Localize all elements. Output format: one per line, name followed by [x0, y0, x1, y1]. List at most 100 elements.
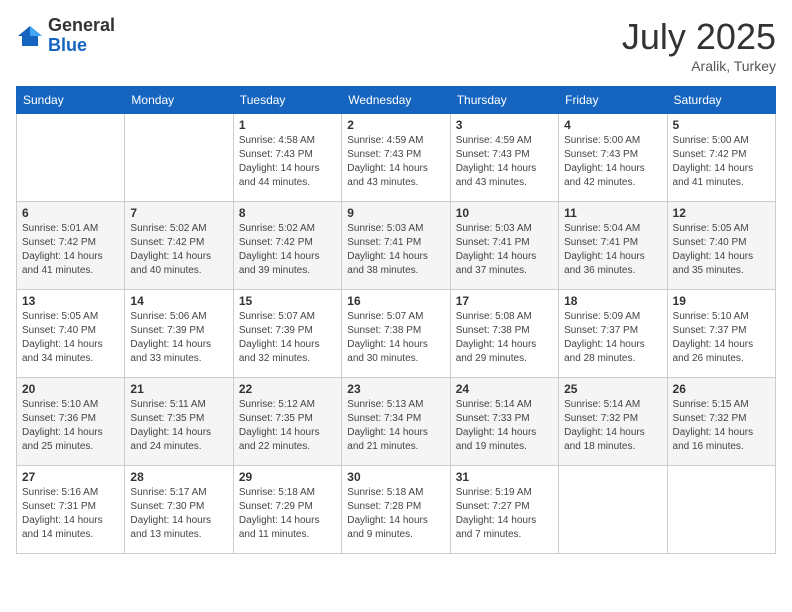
calendar-cell: 31Sunrise: 5:19 AM Sunset: 7:27 PM Dayli… — [450, 466, 558, 554]
day-number: 10 — [456, 206, 553, 220]
day-detail: Sunrise: 5:11 AM Sunset: 7:35 PM Dayligh… — [130, 398, 227, 454]
day-number: 20 — [22, 382, 119, 396]
day-detail: Sunrise: 4:58 AM Sunset: 7:43 PM Dayligh… — [239, 134, 336, 190]
calendar-week-row: 1 Sunrise: 4:58 AM Sunset: 7:43 PM Daylig… — [17, 114, 776, 202]
day-number: 12 — [673, 206, 770, 220]
day-number: 23 — [347, 382, 444, 396]
location: Aralik, Turkey — [622, 58, 776, 74]
day-number: 19 — [673, 294, 770, 308]
day-detail: Sunrise: 5:05 AM Sunset: 7:40 PM Dayligh… — [673, 222, 770, 278]
calendar-cell: 4 Sunrise: 5:00 AM Sunset: 7:43 PM Daylig… — [559, 114, 667, 202]
day-number: 8 — [239, 206, 336, 220]
day-detail: Sunrise: 5:04 AM Sunset: 7:41 PM Dayligh… — [564, 222, 661, 278]
calendar-week-row: 13 Sunrise: 5:05 AM Sunset: 7:40 PM Dayli… — [17, 290, 776, 378]
calendar: Sunday Monday Tuesday Wednesday Thursday… — [16, 86, 776, 554]
day-detail: Sunrise: 5:18 AM Sunset: 7:28 PM Dayligh… — [347, 486, 444, 542]
calendar-cell: 7Sunrise: 5:02 AM Sunset: 7:42 PM Daylig… — [125, 202, 233, 290]
day-number: 14 — [130, 294, 227, 308]
header-friday: Friday — [559, 87, 667, 114]
day-detail: Sunrise: 5:16 AM Sunset: 7:31 PM Dayligh… — [22, 486, 119, 542]
day-detail: Sunrise: 5:03 AM Sunset: 7:41 PM Dayligh… — [456, 222, 553, 278]
day-number: 28 — [130, 470, 227, 484]
day-number: 30 — [347, 470, 444, 484]
day-detail: Sunrise: 5:14 AM Sunset: 7:33 PM Dayligh… — [456, 398, 553, 454]
calendar-cell: 13 Sunrise: 5:05 AM Sunset: 7:40 PM Dayli… — [17, 290, 125, 378]
calendar-cell: 20 Sunrise: 5:10 AM Sunset: 7:36 PM Dayli… — [17, 378, 125, 466]
calendar-header-row: Sunday Monday Tuesday Wednesday Thursday… — [17, 87, 776, 114]
calendar-cell: 23Sunrise: 5:13 AM Sunset: 7:34 PM Dayli… — [342, 378, 450, 466]
logo-icon — [16, 22, 44, 50]
logo-blue: Blue — [48, 35, 87, 55]
calendar-cell: 19 Sunrise: 5:10 AM Sunset: 7:37 PM Dayli… — [667, 290, 775, 378]
day-detail: Sunrise: 5:07 AM Sunset: 7:38 PM Dayligh… — [347, 310, 444, 366]
day-detail: Sunrise: 5:10 AM Sunset: 7:36 PM Dayligh… — [22, 398, 119, 454]
calendar-cell: 25 Sunrise: 5:14 AM Sunset: 7:32 PM Dayli… — [559, 378, 667, 466]
day-detail: Sunrise: 5:03 AM Sunset: 7:41 PM Dayligh… — [347, 222, 444, 278]
day-number: 9 — [347, 206, 444, 220]
calendar-cell — [667, 466, 775, 554]
header-monday: Monday — [125, 87, 233, 114]
calendar-cell: 27 Sunrise: 5:16 AM Sunset: 7:31 PM Dayli… — [17, 466, 125, 554]
day-number: 17 — [456, 294, 553, 308]
day-number: 11 — [564, 206, 661, 220]
logo: General Blue — [16, 16, 115, 56]
day-detail: Sunrise: 5:07 AM Sunset: 7:39 PM Dayligh… — [239, 310, 336, 366]
header-thursday: Thursday — [450, 87, 558, 114]
logo-text: General Blue — [48, 16, 115, 56]
calendar-cell: 30 Sunrise: 5:18 AM Sunset: 7:28 PM Dayli… — [342, 466, 450, 554]
header-wednesday: Wednesday — [342, 87, 450, 114]
day-detail: Sunrise: 5:06 AM Sunset: 7:39 PM Dayligh… — [130, 310, 227, 366]
calendar-cell: 1 Sunrise: 4:58 AM Sunset: 7:43 PM Daylig… — [233, 114, 341, 202]
day-detail: Sunrise: 5:17 AM Sunset: 7:30 PM Dayligh… — [130, 486, 227, 542]
calendar-cell: 22 Sunrise: 5:12 AM Sunset: 7:35 PM Dayli… — [233, 378, 341, 466]
day-number: 15 — [239, 294, 336, 308]
day-number: 4 — [564, 118, 661, 132]
day-number: 5 — [673, 118, 770, 132]
calendar-cell: 8 Sunrise: 5:02 AM Sunset: 7:42 PM Daylig… — [233, 202, 341, 290]
calendar-cell: 18Sunrise: 5:09 AM Sunset: 7:37 PM Dayli… — [559, 290, 667, 378]
calendar-cell: 15 Sunrise: 5:07 AM Sunset: 7:39 PM Dayli… — [233, 290, 341, 378]
day-number: 6 — [22, 206, 119, 220]
day-detail: Sunrise: 5:05 AM Sunset: 7:40 PM Dayligh… — [22, 310, 119, 366]
header-tuesday: Tuesday — [233, 87, 341, 114]
day-detail: Sunrise: 5:19 AM Sunset: 7:27 PM Dayligh… — [456, 486, 553, 542]
calendar-cell: 5 Sunrise: 5:00 AM Sunset: 7:42 PM Daylig… — [667, 114, 775, 202]
calendar-cell: 26 Sunrise: 5:15 AM Sunset: 7:32 PM Dayli… — [667, 378, 775, 466]
calendar-week-row: 27 Sunrise: 5:16 AM Sunset: 7:31 PM Dayli… — [17, 466, 776, 554]
calendar-cell: 2 Sunrise: 4:59 AM Sunset: 7:43 PM Daylig… — [342, 114, 450, 202]
calendar-cell: 11 Sunrise: 5:04 AM Sunset: 7:41 PM Dayli… — [559, 202, 667, 290]
day-detail: Sunrise: 5:00 AM Sunset: 7:42 PM Dayligh… — [673, 134, 770, 190]
day-detail: Sunrise: 5:15 AM Sunset: 7:32 PM Dayligh… — [673, 398, 770, 454]
day-number: 26 — [673, 382, 770, 396]
day-detail: Sunrise: 5:00 AM Sunset: 7:43 PM Dayligh… — [564, 134, 661, 190]
day-detail: Sunrise: 5:02 AM Sunset: 7:42 PM Dayligh… — [130, 222, 227, 278]
calendar-cell: 21Sunrise: 5:11 AM Sunset: 7:35 PM Dayli… — [125, 378, 233, 466]
calendar-cell: 28 Sunrise: 5:17 AM Sunset: 7:30 PM Dayli… — [125, 466, 233, 554]
day-detail: Sunrise: 4:59 AM Sunset: 7:43 PM Dayligh… — [347, 134, 444, 190]
day-number: 2 — [347, 118, 444, 132]
calendar-cell: 29Sunrise: 5:18 AM Sunset: 7:29 PM Dayli… — [233, 466, 341, 554]
day-detail: Sunrise: 5:10 AM Sunset: 7:37 PM Dayligh… — [673, 310, 770, 366]
header-sunday: Sunday — [17, 87, 125, 114]
calendar-cell: 3Sunrise: 4:59 AM Sunset: 7:43 PM Daylig… — [450, 114, 558, 202]
day-detail: Sunrise: 5:14 AM Sunset: 7:32 PM Dayligh… — [564, 398, 661, 454]
calendar-cell — [17, 114, 125, 202]
calendar-cell: 6 Sunrise: 5:01 AM Sunset: 7:42 PM Daylig… — [17, 202, 125, 290]
calendar-cell — [559, 466, 667, 554]
calendar-week-row: 6 Sunrise: 5:01 AM Sunset: 7:42 PM Daylig… — [17, 202, 776, 290]
day-number: 22 — [239, 382, 336, 396]
calendar-week-row: 20 Sunrise: 5:10 AM Sunset: 7:36 PM Dayli… — [17, 378, 776, 466]
calendar-cell: 12 Sunrise: 5:05 AM Sunset: 7:40 PM Dayli… — [667, 202, 775, 290]
logo-general: General — [48, 15, 115, 35]
day-detail: Sunrise: 5:01 AM Sunset: 7:42 PM Dayligh… — [22, 222, 119, 278]
day-detail: Sunrise: 5:08 AM Sunset: 7:38 PM Dayligh… — [456, 310, 553, 366]
month-year: July 2025 — [622, 16, 776, 58]
day-detail: Sunrise: 5:12 AM Sunset: 7:35 PM Dayligh… — [239, 398, 336, 454]
header-saturday: Saturday — [667, 87, 775, 114]
day-number: 13 — [22, 294, 119, 308]
day-detail: Sunrise: 5:02 AM Sunset: 7:42 PM Dayligh… — [239, 222, 336, 278]
day-number: 27 — [22, 470, 119, 484]
day-number: 1 — [239, 118, 336, 132]
day-number: 25 — [564, 382, 661, 396]
calendar-cell: 16Sunrise: 5:07 AM Sunset: 7:38 PM Dayli… — [342, 290, 450, 378]
